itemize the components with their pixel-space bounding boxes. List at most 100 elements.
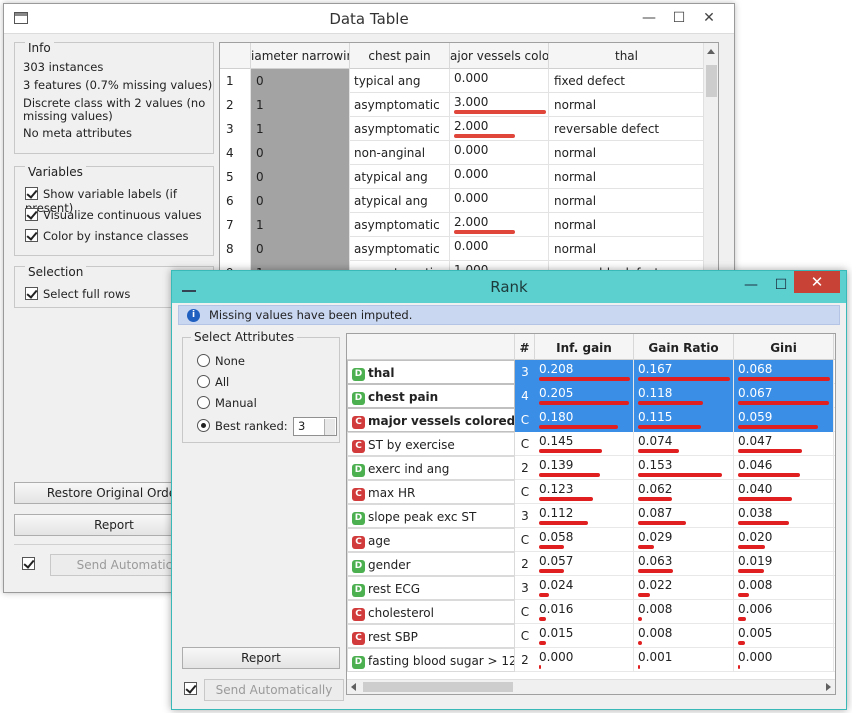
rank-titlebar[interactable]: Rank — ☐ ✕ <box>172 271 846 303</box>
gini-cell[interactable]: 0.067 <box>734 384 834 408</box>
gini-header[interactable]: Gini <box>734 334 834 360</box>
row-number[interactable]: 3 <box>220 117 251 141</box>
attribute-cell[interactable]: Drest ECG <box>347 576 515 600</box>
rank-row[interactable]: Dgender 2 0.057 0.063 0.019 <box>347 552 835 576</box>
color-by-class-option[interactable]: Color by instance classes <box>25 229 188 243</box>
vessels-cell[interactable]: 2.000 <box>450 213 549 237</box>
rank-row[interactable]: Crest SBP C 0.015 0.008 0.005 <box>347 624 835 648</box>
checkbox[interactable] <box>25 208 38 221</box>
gain-ratio-cell[interactable]: 0.063 <box>634 552 734 576</box>
chest-pain-cell[interactable]: asymptomatic <box>350 237 450 261</box>
spin-down-icon[interactable] <box>324 427 335 435</box>
gain-ratio-cell[interactable]: 0.022 <box>634 576 734 600</box>
close-button[interactable]: ✕ <box>794 271 840 293</box>
diameter-cell[interactable]: 1 <box>251 93 350 117</box>
gain-ratio-cell[interactable]: 0.115 <box>634 408 734 432</box>
count-cell[interactable]: C <box>515 624 535 648</box>
checkbox[interactable] <box>25 287 38 300</box>
scroll-right-icon[interactable] <box>826 683 831 691</box>
gain-ratio-cell[interactable]: 0.062 <box>634 480 734 504</box>
gain-ratio-cell[interactable]: 0.029 <box>634 528 734 552</box>
attribute-cell[interactable]: Cmax HR <box>347 480 515 504</box>
data-table-titlebar[interactable]: Data Table — ☐ ✕ <box>4 4 734 34</box>
gini-cell[interactable]: 0.006 <box>734 600 834 624</box>
inf-gain-cell[interactable]: 0.057 <box>535 552 634 576</box>
radio-button[interactable] <box>197 396 210 409</box>
vessels-cell[interactable]: 0.000 <box>450 141 549 165</box>
gini-cell[interactable]: 0.005 <box>734 624 834 648</box>
inf-gain-cell[interactable]: 0.139 <box>535 456 634 480</box>
gain-ratio-cell[interactable]: 0.001 <box>634 648 734 672</box>
radio-best-ranked[interactable]: Best ranked: <box>197 419 288 433</box>
count-cell[interactable]: C <box>515 600 535 624</box>
thal-cell[interactable]: normal <box>549 237 705 261</box>
row-number[interactable]: 4 <box>220 141 251 165</box>
send-automatically-button[interactable]: Send Automatically <box>204 679 344 701</box>
gain-ratio-cell[interactable]: 0.153 <box>634 456 734 480</box>
diameter-cell[interactable]: 0 <box>251 141 350 165</box>
radio-button[interactable] <box>197 375 210 388</box>
diameter-cell[interactable]: 1 <box>251 213 350 237</box>
inf-gain-cell[interactable]: 0.112 <box>535 504 634 528</box>
count-cell[interactable]: 2 <box>515 456 535 480</box>
rank-row[interactable]: Dfasting blood sugar > 120 2 0.000 0.001 0.0… <box>347 648 835 672</box>
inf-gain-cell[interactable]: 0.015 <box>535 624 634 648</box>
diameter-cell[interactable]: 0 <box>251 237 350 261</box>
rank-row[interactable]: Dthal 3 0.208 0.167 0.068 <box>347 360 835 384</box>
attribute-cell[interactable]: Ccholesterol <box>347 600 515 624</box>
column-header[interactable]: thal <box>549 43 705 69</box>
attribute-cell[interactable]: Cage <box>347 528 515 552</box>
attribute-cell[interactable]: Dthal <box>347 360 515 384</box>
send-automatically-checkbox[interactable] <box>22 557 35 570</box>
thal-cell[interactable]: normal <box>549 213 705 237</box>
table-row[interactable]: 1 0 typical ang 0.000 fixed defect <box>220 69 705 93</box>
chest-pain-cell[interactable]: non-anginal <box>350 141 450 165</box>
attribute-cell[interactable]: Dgender <box>347 552 515 576</box>
attribute-cell[interactable]: Cmajor vessels colored <box>347 408 515 432</box>
rank-grid[interactable]: # Inf. gain Gain Ratio Gini Dthal 3 0.208 0… <box>346 333 836 695</box>
attribute-cell[interactable]: Dslope peak exc ST <box>347 504 515 528</box>
spin-up-icon[interactable] <box>324 419 335 427</box>
chest-pain-cell[interactable]: atypical ang <box>350 189 450 213</box>
select-full-rows-option[interactable]: Select full rows <box>25 287 130 301</box>
radio-button[interactable] <box>197 419 210 432</box>
thal-cell[interactable]: normal <box>549 93 705 117</box>
count-cell[interactable]: 3 <box>515 504 535 528</box>
diameter-cell[interactable]: 1 <box>251 117 350 141</box>
rank-row[interactable]: Dslope peak exc ST 3 0.112 0.087 0.038 <box>347 504 835 528</box>
diameter-cell[interactable]: 0 <box>251 165 350 189</box>
inf-gain-cell[interactable]: 0.000 <box>535 648 634 672</box>
rank-row[interactable]: Cmax HR C 0.123 0.062 0.040 <box>347 480 835 504</box>
send-automatically-checkbox[interactable] <box>184 682 197 695</box>
scroll-thumb[interactable] <box>363 682 513 692</box>
gini-cell[interactable]: 0.038 <box>734 504 834 528</box>
gain-ratio-header[interactable]: Gain Ratio <box>634 334 734 360</box>
close-button[interactable]: ✕ <box>696 8 722 28</box>
gini-cell[interactable]: 0.000 <box>734 648 834 672</box>
row-number[interactable]: 8 <box>220 237 251 261</box>
count-cell[interactable]: C <box>515 528 535 552</box>
chest-pain-cell[interactable]: atypical ang <box>350 165 450 189</box>
attribute-cell[interactable]: Dfasting blood sugar > 120 <box>347 648 515 672</box>
count-cell[interactable]: 2 <box>515 552 535 576</box>
count-cell[interactable]: 3 <box>515 576 535 600</box>
radio-button[interactable] <box>197 354 210 367</box>
chest-pain-cell[interactable]: typical ang <box>350 69 450 93</box>
count-cell[interactable]: 4 <box>515 384 535 408</box>
count-cell[interactable]: C <box>515 432 535 456</box>
gini-cell[interactable]: 0.008 <box>734 576 834 600</box>
table-row[interactable]: 6 0 atypical ang 0.000 normal <box>220 189 705 213</box>
row-number[interactable]: 6 <box>220 189 251 213</box>
report-button[interactable]: Report <box>182 647 340 669</box>
radio-none[interactable]: None <box>197 354 245 368</box>
vessels-cell[interactable]: 0.000 <box>450 69 549 93</box>
radio-manual[interactable]: Manual <box>197 396 257 410</box>
maximize-button[interactable]: ☐ <box>666 8 692 28</box>
thal-cell[interactable]: reversable defect <box>549 117 705 141</box>
table-row[interactable]: 2 1 asymptomatic 3.000 normal <box>220 93 705 117</box>
inf-gain-cell[interactable]: 0.145 <box>535 432 634 456</box>
row-number[interactable]: 7 <box>220 213 251 237</box>
thal-cell[interactable]: fixed defect <box>549 69 705 93</box>
rank-row[interactable]: Drest ECG 3 0.024 0.022 0.008 <box>347 576 835 600</box>
inf-gain-cell[interactable]: 0.123 <box>535 480 634 504</box>
